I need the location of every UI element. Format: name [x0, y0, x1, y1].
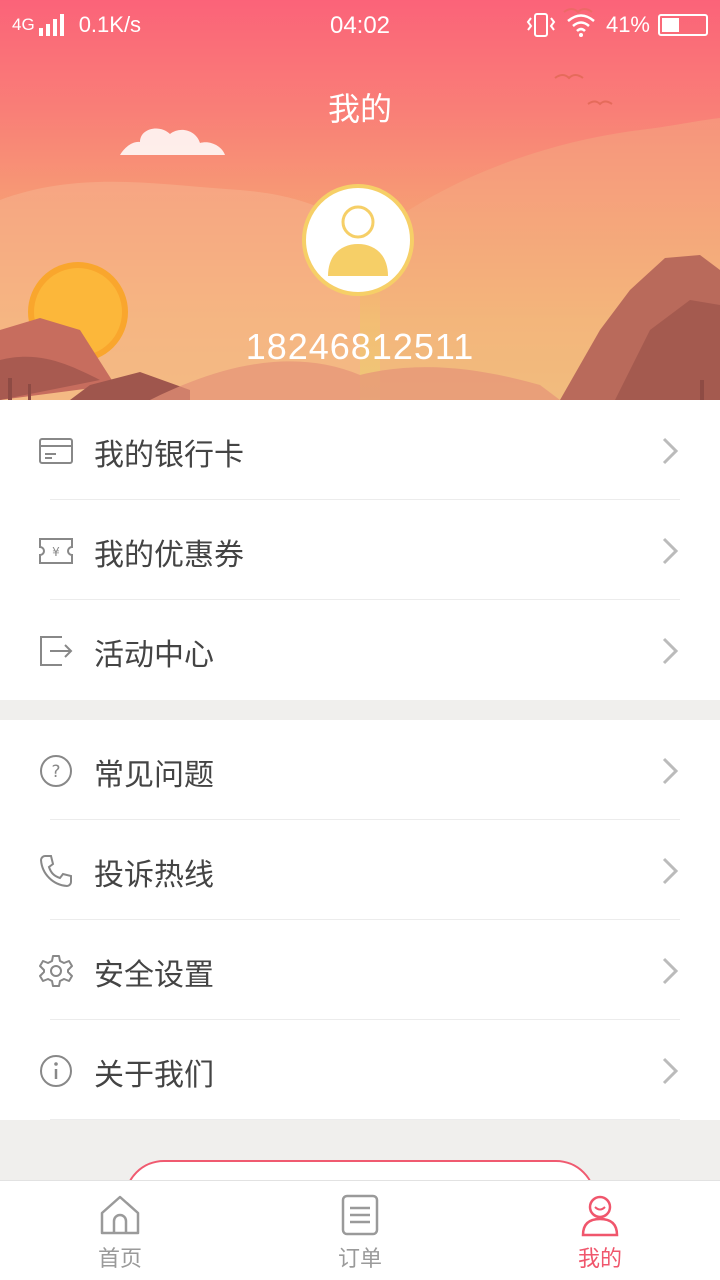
avatar[interactable]: [302, 184, 414, 296]
order-icon: [341, 1194, 379, 1236]
settings-icon: [39, 955, 73, 987]
menu-item-about-us[interactable]: 关于我们: [0, 1020, 720, 1120]
bank-card-icon: [39, 438, 73, 464]
menu-item-faq[interactable]: ? 常见问题: [0, 720, 720, 820]
page-title: 我的: [327, 90, 392, 128]
home-icon: [100, 1195, 140, 1235]
chevron-right-icon: [662, 637, 679, 665]
menu-item-activity-center[interactable]: 活动中心: [0, 600, 720, 700]
chevron-right-icon: [662, 957, 679, 985]
menu-item-bank-card[interactable]: 我的银行卡: [0, 400, 720, 500]
user-avatar-icon: [328, 205, 388, 276]
menu-item-label: 我的优惠券: [94, 538, 244, 573]
menu-group-support: ? 常见问题 投诉热线 安全设置 关于我们: [0, 720, 720, 1120]
battery-level: [662, 18, 679, 32]
coupon-icon: ¥: [39, 538, 73, 564]
menu-item-label: 活动中心: [94, 638, 214, 673]
bottom-tab-bar: 首页 订单 我的: [0, 1180, 720, 1280]
menu-group-account: 我的银行卡 ¥ 我的优惠券 活动中心: [0, 400, 720, 700]
chevron-right-icon: [662, 437, 679, 465]
user-icon: [581, 1195, 619, 1237]
vibrate-icon: [526, 13, 556, 37]
menu-item-label: 投诉热线: [94, 858, 214, 893]
menu-item-label: 常见问题: [94, 758, 214, 793]
chevron-right-icon: [662, 537, 679, 565]
tab-label: 首页: [97, 1247, 142, 1272]
tab-mine[interactable]: 我的: [480, 1181, 720, 1280]
tab-orders[interactable]: 订单: [240, 1181, 480, 1280]
menu-item-label: 我的银行卡: [94, 438, 244, 473]
wifi-icon: [567, 14, 595, 37]
menu-item-complaint-hotline[interactable]: 投诉热线: [0, 820, 720, 920]
menu-item-label: 关于我们: [94, 1058, 214, 1093]
chevron-right-icon: [662, 1057, 679, 1085]
chevron-right-icon: [662, 857, 679, 885]
activity-icon: [40, 636, 73, 666]
menu-item-coupon[interactable]: ¥ 我的优惠券: [0, 500, 720, 600]
info-icon: [40, 1055, 72, 1087]
svg-text:?: ?: [51, 762, 60, 782]
chevron-right-icon: [662, 757, 679, 785]
question-icon: ?: [40, 755, 72, 787]
menu-item-label: 安全设置: [94, 958, 214, 993]
svg-text:¥: ¥: [52, 545, 60, 559]
tab-home[interactable]: 首页: [0, 1181, 240, 1280]
battery-percent: 41%: [605, 12, 650, 37]
status-bar: 4G 0.1K/s 04:02 41%: [0, 0, 720, 50]
profile-header: 4G 0.1K/s 04:02 41% 我的 18246812511: [0, 0, 720, 400]
tab-label: 订单: [337, 1247, 382, 1272]
user-phone-number: 18246812511: [245, 326, 475, 367]
tab-label: 我的: [577, 1247, 622, 1272]
divider: [50, 1119, 680, 1120]
phone-icon: [39, 855, 72, 888]
battery-icon: [658, 14, 708, 36]
menu-item-security-settings[interactable]: 安全设置: [0, 920, 720, 1020]
